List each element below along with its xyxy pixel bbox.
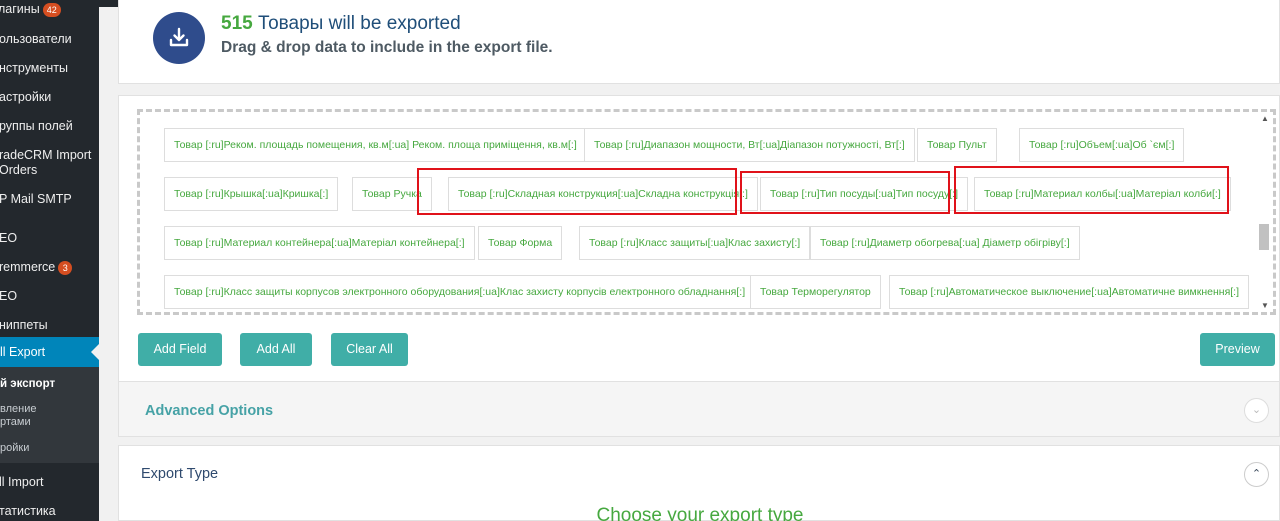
sidebar-item-tradecrm[interactable]: radeCRM Import Orders <box>0 148 98 178</box>
fields-panel: Товар [:ru]Реком. площадь помещения, кв.… <box>118 95 1280 382</box>
export-count: 515 <box>221 13 253 34</box>
sidebar-item-label: астройки <box>0 90 52 104</box>
sidebar-item-all-import[interactable]: ll Import <box>0 475 98 490</box>
sidebar-item-label: ll Export <box>0 345 46 359</box>
sidebar-item-label: татистика <box>0 504 56 518</box>
sidebar-item-label: radeCRM Import <box>0 148 92 162</box>
dropzone-scrollbar[interactable]: ▲ ▼ <box>1257 112 1273 312</box>
export-field[interactable]: Товар [:ru]Автоматическое выключение[:ua… <box>889 275 1250 309</box>
sidebar-item-tools[interactable]: нструменты <box>0 61 98 76</box>
export-count-title: 515 Товары will be exported <box>221 13 461 35</box>
sidebar-item-settings[interactable]: астройки <box>0 90 98 105</box>
sidebar-item-label: P Mail SMTP <box>0 192 72 206</box>
sidebar-item-label: EO <box>0 231 18 245</box>
export-field[interactable]: Товар Форма <box>478 226 563 260</box>
sidebar-item-label: руппы полей <box>0 119 73 133</box>
highlight-box <box>954 166 1229 214</box>
submenu-label: ртами <box>0 416 31 428</box>
submenu-manage-exports[interactable]: вление ртами <box>0 403 99 429</box>
export-field[interactable]: Товар [:ru]Объем[:ua]Об `єм[:] <box>1019 128 1185 162</box>
submenu-settings[interactable]: ройки <box>0 442 99 455</box>
sidebar-item-label: лагины <box>0 2 40 16</box>
submenu-label: вление <box>0 403 37 415</box>
sidebar-item-all-export[interactable]: ll Export <box>0 337 99 367</box>
submenu-new-export[interactable]: й экспорт <box>0 378 99 391</box>
scroll-thumb[interactable] <box>1259 224 1269 250</box>
scroll-down-icon[interactable]: ▼ <box>1261 301 1269 310</box>
sidebar-item-users[interactable]: ользователи <box>0 32 98 47</box>
highlight-box <box>740 171 950 214</box>
export-field[interactable]: Товар [:ru]Реком. площадь помещения, кв.… <box>164 128 587 162</box>
highlight-box <box>417 168 737 215</box>
export-field[interactable]: Товар [:ru]Материал контейнера[:ua]Матер… <box>164 226 475 260</box>
download-tray-icon <box>153 12 205 64</box>
update-badge: 3 <box>58 260 73 275</box>
export-subtitle: Drag & drop data to include in the expor… <box>221 39 553 56</box>
sidebar-item-label: ользователи <box>0 32 72 46</box>
sidebar-item-statistics[interactable]: татистика <box>0 504 98 519</box>
sidebar-item-label: EO <box>0 289 18 303</box>
choose-export-type-heading: Choose your export type <box>596 505 804 521</box>
export-title-text: Товары will be exported <box>252 13 461 34</box>
sidebar-item-seo-2[interactable]: EO <box>0 289 98 304</box>
sidebar-item-field-groups[interactable]: руппы полей <box>0 119 98 134</box>
sidebar-item-snippets[interactable]: ниппеты <box>0 318 98 333</box>
export-field[interactable]: Товар [:ru]Диаметр обогрева[:ua] Діаметр… <box>810 226 1080 260</box>
scroll-up-icon[interactable]: ▲ <box>1261 114 1269 123</box>
submenu-label: й экспорт <box>0 378 56 390</box>
menu-arrow-icon <box>91 344 99 360</box>
submenu-label: ройки <box>0 442 30 454</box>
sidebar-item-label: ниппеты <box>0 318 48 332</box>
sidebar-item-commerce[interactable]: remmerce 3 <box>0 260 98 275</box>
update-badge: 42 <box>42 2 61 17</box>
export-field[interactable]: Товар Терморегулятор <box>750 275 881 309</box>
advanced-options-title[interactable]: Advanced Options <box>145 403 273 419</box>
field-dropzone[interactable]: Товар [:ru]Реком. площадь помещения, кв.… <box>137 109 1276 315</box>
sidebar-item-seo[interactable]: EO <box>0 231 98 246</box>
export-field[interactable]: Товар [:ru]Крышка[:ua]Кришка[:] <box>164 177 339 211</box>
chevron-down-icon[interactable]: ⌄ <box>1244 398 1269 423</box>
export-field[interactable]: Товар Пульт <box>917 128 997 162</box>
export-field[interactable]: Товар [:ru]Диапазон мощности, Вт[:ua]Діа… <box>584 128 915 162</box>
sidebar-item-label: remmerce <box>0 260 56 274</box>
export-summary-panel: 515 Товары will be exported Drag & drop … <box>118 0 1280 84</box>
sidebar-item-label: нструменты <box>0 61 68 75</box>
sidebar-item-label: ll Import <box>0 475 44 489</box>
export-field[interactable]: Товар [:ru]Класс защиты корпусов электро… <box>164 275 756 309</box>
sidebar-item-plugins[interactable]: лагины 42 <box>0 2 97 17</box>
add-field-button[interactable]: Add Field <box>138 333 222 366</box>
export-field[interactable]: Товар [:ru]Класс защиты[:ua]Клас захисту… <box>579 226 811 260</box>
admin-sidebar: лагины 42 ользователи нструменты астройки… <box>0 0 99 521</box>
advanced-options-panel[interactable]: Advanced Options ⌄ <box>118 381 1280 437</box>
chevron-up-icon[interactable]: ⌃ <box>1244 462 1269 487</box>
export-type-panel: Export Type ⌃ Choose your export type <box>118 445 1280 521</box>
add-all-button[interactable]: Add All <box>240 333 312 366</box>
clear-all-button[interactable]: Clear All <box>331 333 408 366</box>
export-type-title[interactable]: Export Type <box>141 466 218 482</box>
sidebar-item-label: Orders <box>0 163 38 177</box>
preview-button[interactable]: Preview <box>1200 333 1275 366</box>
sidebar-item-wp-mail-smtp[interactable]: P Mail SMTP <box>0 192 98 207</box>
